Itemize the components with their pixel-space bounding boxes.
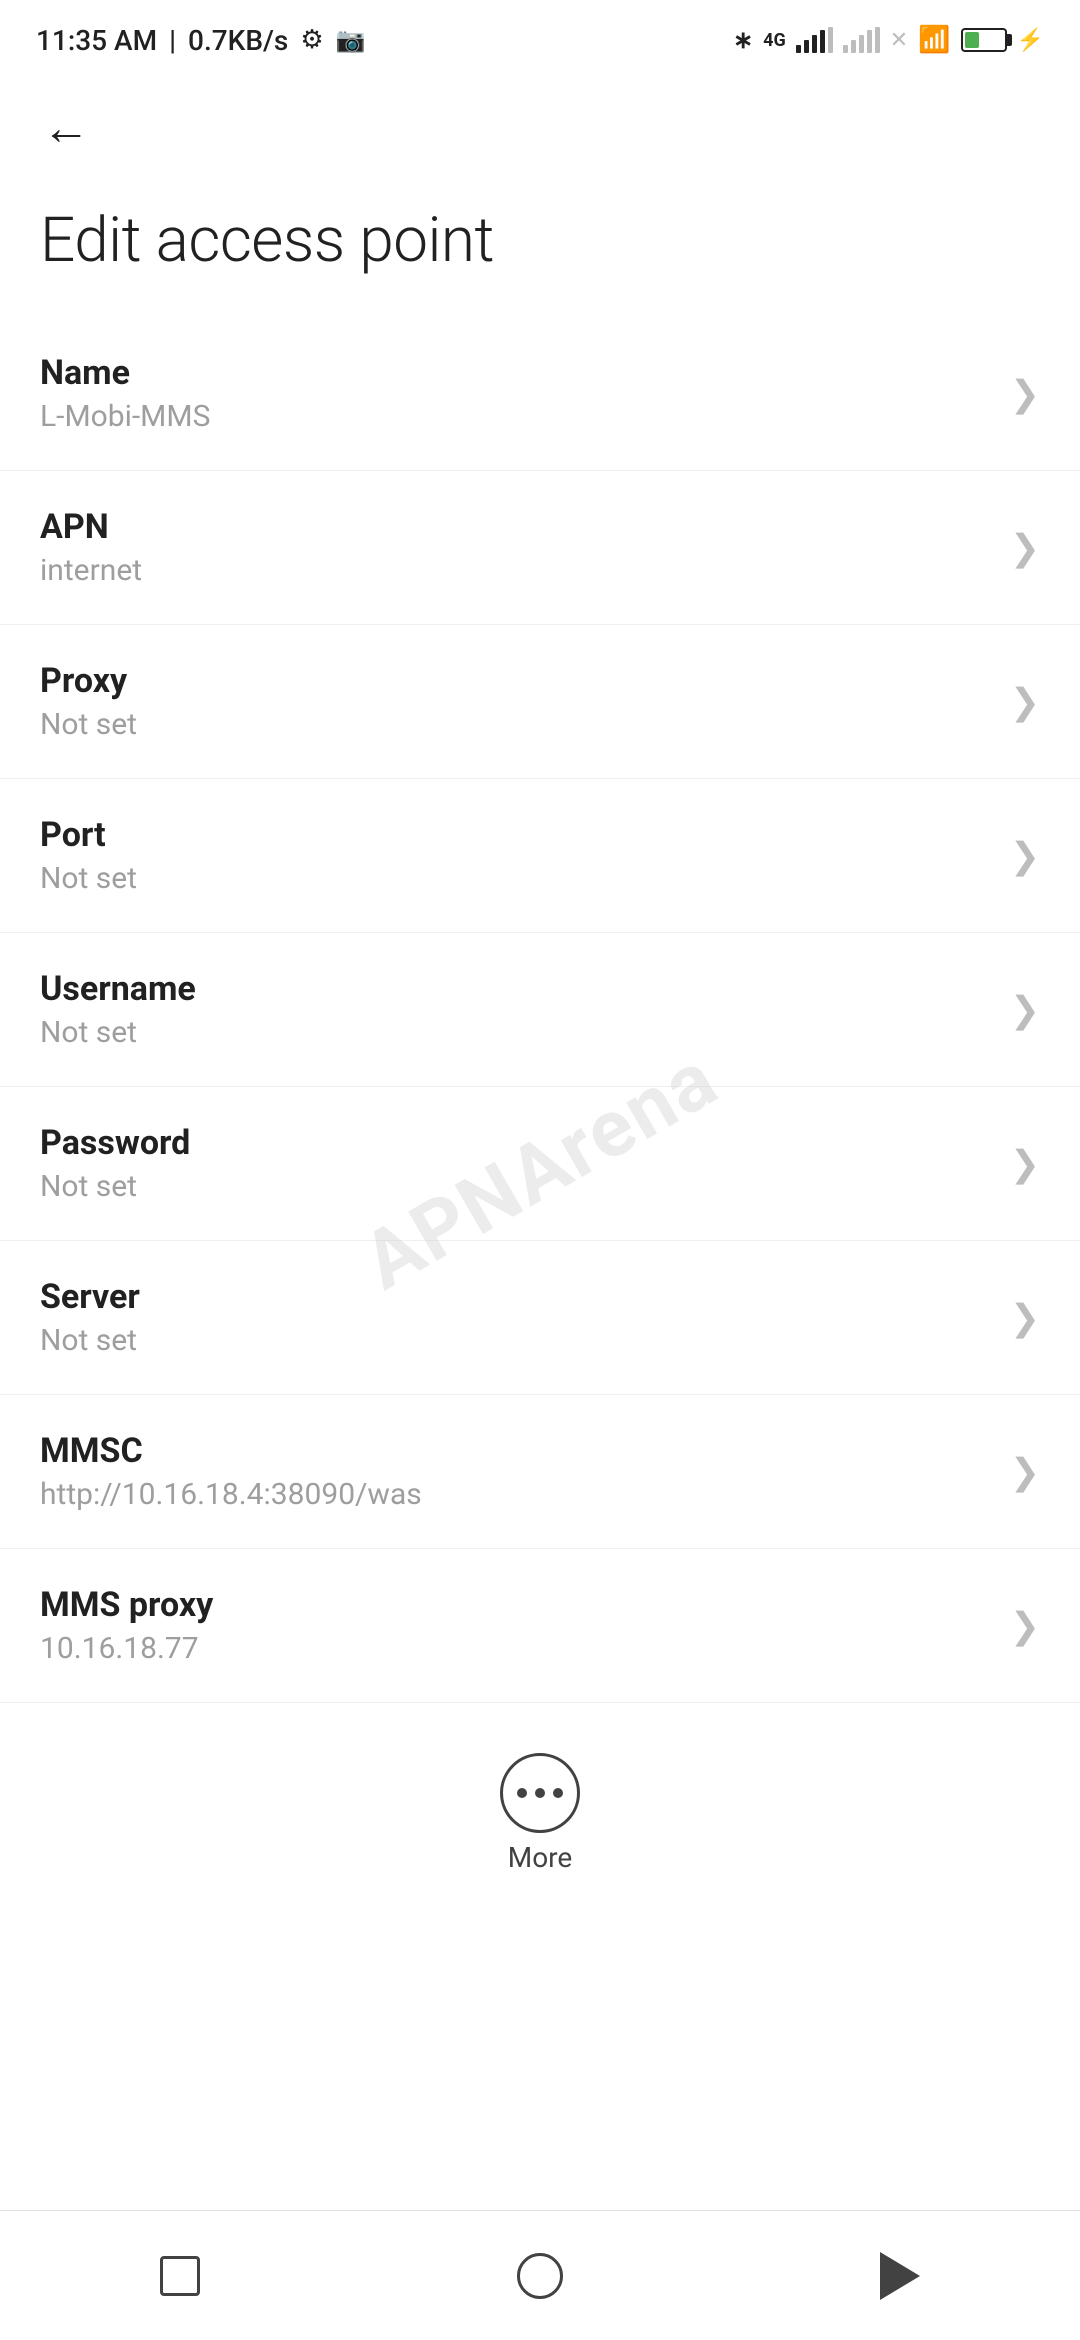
time-display: 11:35 AM: [36, 24, 157, 57]
no-signal-icon: ✕: [890, 28, 908, 53]
settings-item-mmsc-content: MMSC http://10.16.18.4:38090/was: [40, 1431, 990, 1512]
settings-value-mms-proxy: 10.16.18.77: [40, 1631, 990, 1666]
wifi-icon: 📶: [918, 25, 950, 55]
more-button[interactable]: More: [460, 1743, 620, 1884]
settings-label-server: Server: [40, 1277, 990, 1317]
network-speed: 0.7KB/s: [188, 24, 288, 57]
dot-2: [535, 1788, 545, 1798]
signal-bars-2: [843, 27, 880, 53]
settings-item-name-content: Name L-Mobi-MMS: [40, 353, 990, 434]
settings-label-mms-proxy: MMS proxy: [40, 1585, 990, 1625]
settings-item-username-content: Username Not set: [40, 969, 990, 1050]
chevron-icon-port: ❯: [1010, 835, 1040, 877]
back-arrow-icon: ←: [42, 104, 90, 152]
settings-list: Name L-Mobi-MMS ❯ APN internet ❯ Proxy N…: [0, 317, 1080, 1703]
chevron-icon-username: ❯: [1010, 989, 1040, 1031]
settings-item-password-content: Password Not set: [40, 1123, 990, 1204]
chevron-icon-server: ❯: [1010, 1297, 1040, 1339]
settings-item-server-content: Server Not set: [40, 1277, 990, 1358]
separator: |: [169, 24, 176, 57]
video-icon: 📷: [336, 26, 366, 54]
status-left: 11:35 AM | 0.7KB/s ⚙ 📷: [36, 24, 366, 57]
more-label: More: [508, 1841, 573, 1874]
settings-item-mms-proxy-content: MMS proxy 10.16.18.77: [40, 1585, 990, 1666]
dot-1: [517, 1788, 527, 1798]
battery-icon: [961, 28, 1007, 52]
chevron-icon-password: ❯: [1010, 1143, 1040, 1185]
settings-item-port[interactable]: Port Not set ❯: [0, 779, 1080, 933]
settings-label-apn: APN: [40, 507, 990, 547]
settings-item-proxy-content: Proxy Not set: [40, 661, 990, 742]
chevron-icon-mms-proxy: ❯: [1010, 1605, 1040, 1647]
settings-value-password: Not set: [40, 1169, 990, 1204]
more-section: More: [0, 1703, 1080, 1914]
settings-value-mmsc: http://10.16.18.4:38090/was: [40, 1477, 990, 1512]
settings-item-proxy[interactable]: Proxy Not set ❯: [0, 625, 1080, 779]
settings-label-port: Port: [40, 815, 990, 855]
settings-item-apn[interactable]: APN internet ❯: [0, 471, 1080, 625]
page-title: Edit access point: [0, 184, 1080, 317]
settings-item-server[interactable]: Server Not set ❯: [0, 1241, 1080, 1395]
settings-value-name: L-Mobi-MMS: [40, 399, 990, 434]
back-icon: [880, 2252, 920, 2300]
chevron-icon-apn: ❯: [1010, 527, 1040, 569]
settings-label-mmsc: MMSC: [40, 1431, 990, 1471]
settings-label-password: Password: [40, 1123, 990, 1163]
settings-item-apn-content: APN internet: [40, 507, 990, 588]
signal-bars-1: [796, 27, 833, 53]
back-button[interactable]: ←: [30, 92, 102, 164]
more-dots: [517, 1788, 563, 1798]
settings-item-mmsc[interactable]: MMSC http://10.16.18.4:38090/was ❯: [0, 1395, 1080, 1549]
more-circle-icon: [500, 1753, 580, 1833]
chevron-icon-mmsc: ❯: [1010, 1451, 1040, 1493]
settings-label-username: Username: [40, 969, 990, 1009]
nav-recent-apps-button[interactable]: [130, 2226, 230, 2326]
settings-label-name: Name: [40, 353, 990, 393]
charging-icon: ⚡: [1017, 28, 1044, 53]
settings-label-proxy: Proxy: [40, 661, 990, 701]
settings-item-name[interactable]: Name L-Mobi-MMS ❯: [0, 317, 1080, 471]
settings-value-proxy: Not set: [40, 707, 990, 742]
home-icon: [517, 2253, 563, 2299]
nav-home-button[interactable]: [490, 2226, 590, 2326]
bottom-nav: [0, 2210, 1080, 2340]
nav-back-button[interactable]: [850, 2226, 950, 2326]
settings-icon: ⚙: [300, 25, 323, 55]
lte-badge: 4G: [763, 30, 786, 51]
settings-value-port: Not set: [40, 861, 990, 896]
status-right: ∗ 4G ✕ 📶 ⚡: [733, 25, 1044, 55]
chevron-icon-name: ❯: [1010, 373, 1040, 415]
dot-3: [553, 1788, 563, 1798]
settings-value-server: Not set: [40, 1323, 990, 1358]
chevron-icon-proxy: ❯: [1010, 681, 1040, 723]
toolbar: ←: [0, 72, 1080, 184]
settings-item-port-content: Port Not set: [40, 815, 990, 896]
settings-value-apn: internet: [40, 553, 990, 588]
settings-item-password[interactable]: Password Not set ❯: [0, 1087, 1080, 1241]
settings-value-username: Not set: [40, 1015, 990, 1050]
settings-item-username[interactable]: Username Not set ❯: [0, 933, 1080, 1087]
bluetooth-icon: ∗: [733, 26, 753, 54]
status-bar: 11:35 AM | 0.7KB/s ⚙ 📷 ∗ 4G ✕ 📶: [0, 0, 1080, 72]
settings-item-mms-proxy[interactable]: MMS proxy 10.16.18.77 ❯: [0, 1549, 1080, 1703]
recent-apps-icon: [160, 2256, 200, 2296]
